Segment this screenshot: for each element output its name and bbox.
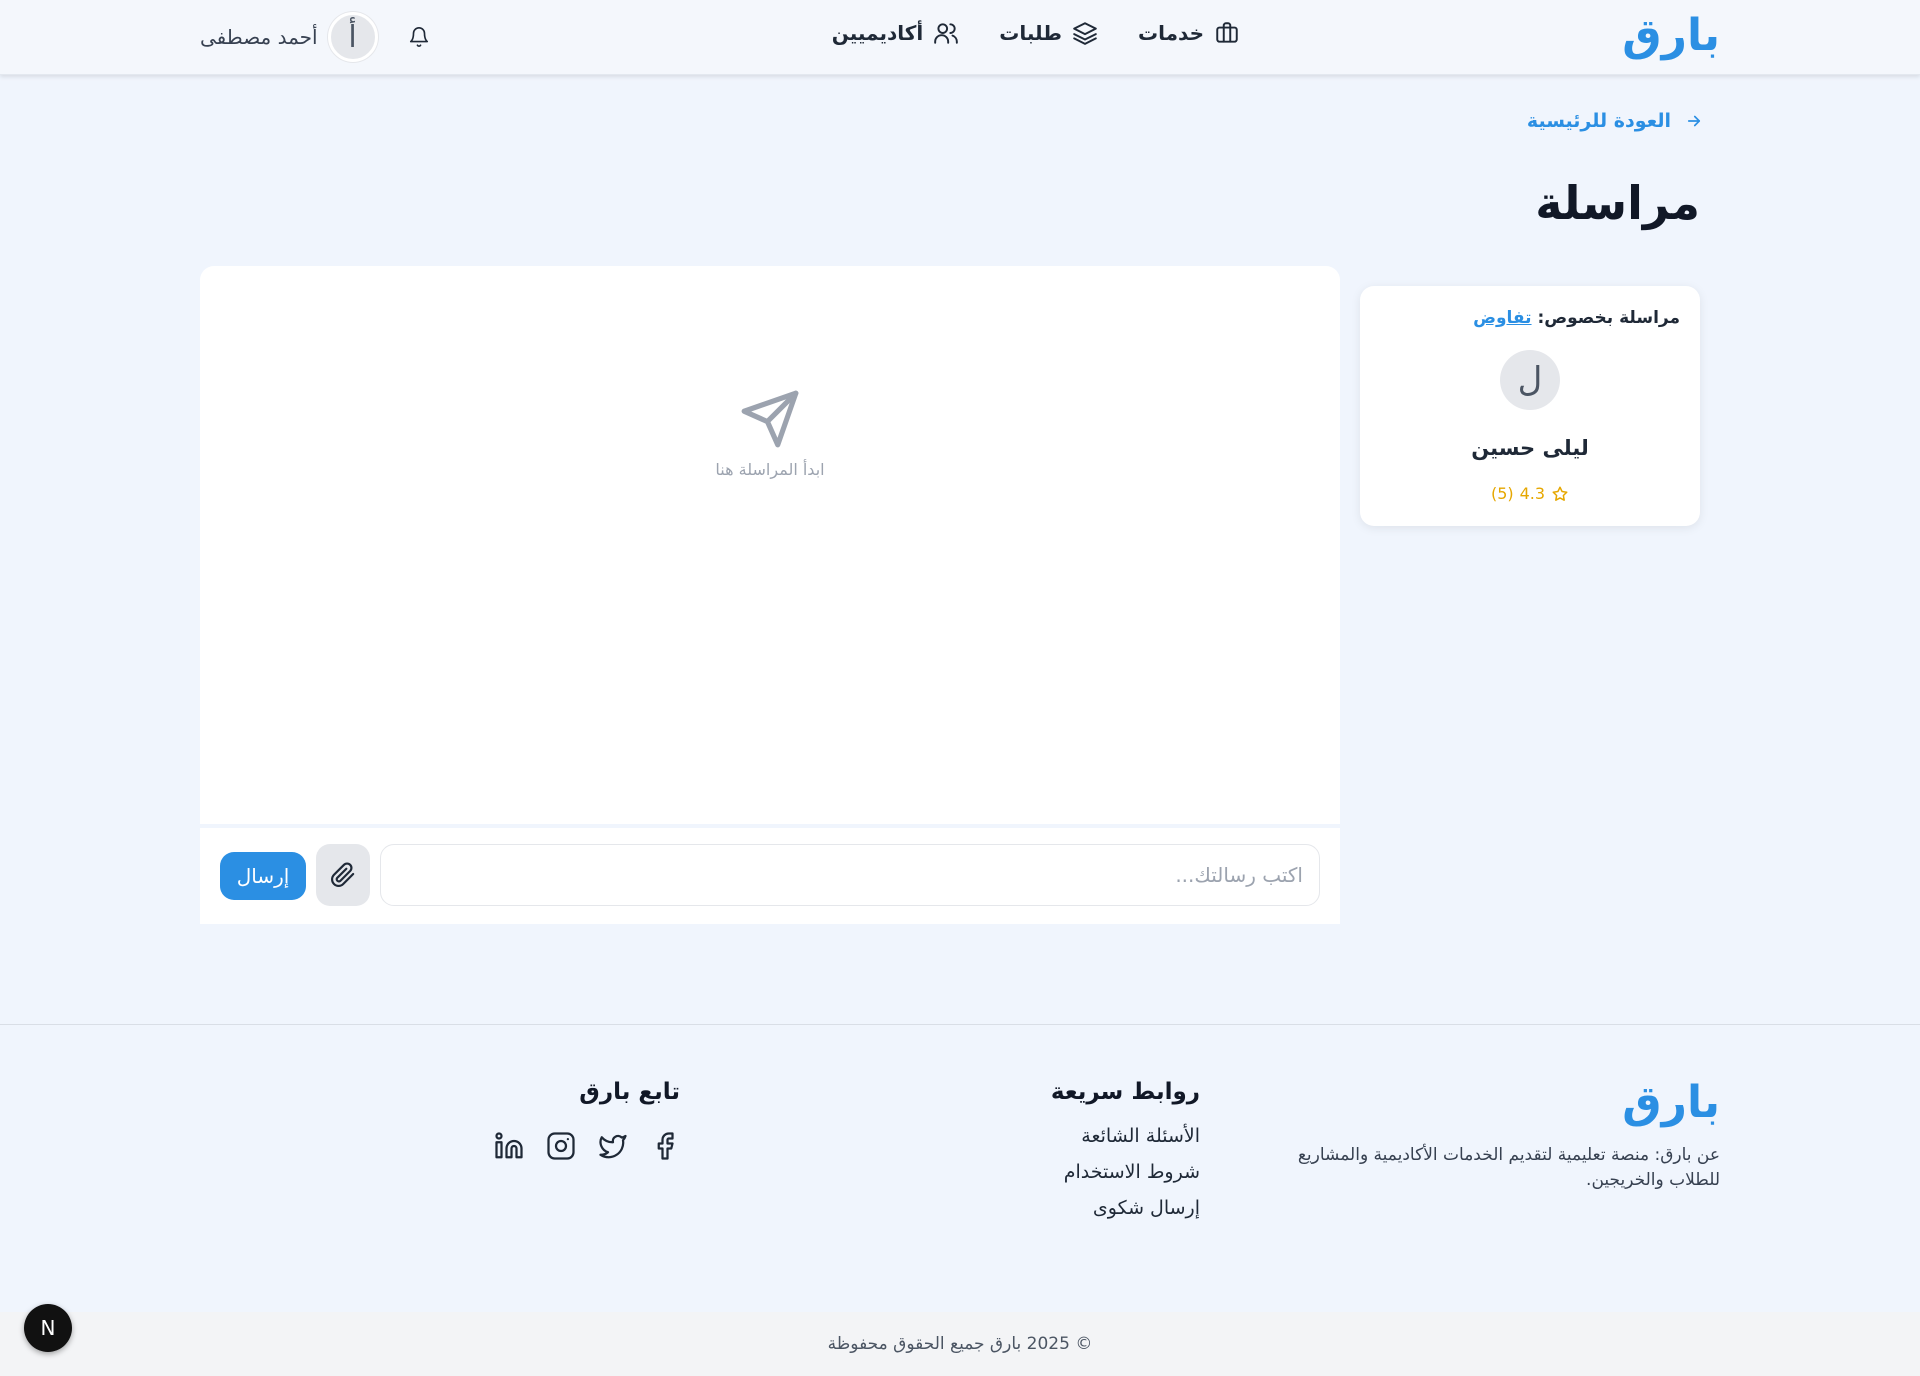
- footer-about: عن بارق: منصة تعليمية لتقديم الخدمات الأ…: [1297, 1145, 1720, 1190]
- briefcase-icon: [1216, 22, 1238, 43]
- nav-item-academics[interactable]: أكاديميين: [832, 20, 960, 46]
- empty-state-text: ابدأ المراسلة هنا: [715, 460, 825, 479]
- user-menu[interactable]: أحمد مصطفى أ: [200, 12, 378, 62]
- regarding-line: مراسلة بخصوص: تفاوض: [1473, 308, 1680, 328]
- quick-links-title: روابط سريعة: [1050, 1079, 1200, 1105]
- arrow-right-icon: [1687, 115, 1701, 127]
- contact-name: ليلى حسين: [1471, 436, 1589, 460]
- layers-icon: [1073, 22, 1097, 45]
- page-title: مراسلة: [1535, 176, 1700, 230]
- footer-link-terms[interactable]: شروط الاستخدام: [1064, 1161, 1200, 1183]
- users-icon: [934, 23, 959, 44]
- contact-avatar: ل: [1500, 350, 1560, 410]
- regarding-label: مراسلة بخصوص:: [1537, 308, 1680, 328]
- contact-card: مراسلة بخصوص: تفاوض ل ليلى حسين 4.3 (5): [1360, 286, 1700, 526]
- back-link-label: العودة للرئيسية: [1526, 110, 1671, 132]
- facebook-icon[interactable]: [650, 1131, 680, 1161]
- bell-icon[interactable]: [408, 26, 430, 48]
- chat-messages-panel: ابدأ المراسلة هنا: [200, 266, 1340, 824]
- nav-item-label: خدمات: [1138, 21, 1204, 45]
- star-icon: [1552, 486, 1568, 501]
- nav-item-label: أكاديميين: [831, 21, 924, 45]
- footer-link-complaint[interactable]: إرسال شكوى: [1064, 1197, 1200, 1219]
- send-button[interactable]: إرسال: [220, 852, 306, 900]
- rating-value: 4.3: [1519, 484, 1546, 503]
- linkedin-icon[interactable]: [494, 1131, 524, 1161]
- follow-title: تابع بارق: [579, 1079, 680, 1105]
- footer-logo[interactable]: بارق: [1622, 1081, 1720, 1125]
- nav-item-requests[interactable]: طلبات: [999, 20, 1098, 46]
- quick-links: الأسئلة الشائعة شروط الاستخدام إرسال شكو…: [1064, 1125, 1200, 1219]
- message-composer: إرسال: [200, 828, 1340, 924]
- send-icon: [741, 390, 799, 448]
- brand-logo[interactable]: بارق: [1622, 14, 1720, 58]
- attach-file-button[interactable]: [316, 844, 370, 906]
- chat-empty-state: ابدأ المراسلة هنا: [200, 388, 1340, 479]
- user-name: أحمد مصطفى: [200, 25, 318, 49]
- instagram-icon[interactable]: [546, 1131, 576, 1161]
- regarding-topic-link[interactable]: تفاوض: [1473, 308, 1531, 328]
- footer-link-faq[interactable]: الأسئلة الشائعة: [1064, 1125, 1200, 1147]
- message-input[interactable]: [380, 844, 1320, 906]
- paperclip-icon: [331, 862, 355, 887]
- nav-item-label: طلبات: [999, 21, 1063, 45]
- back-to-home-link[interactable]: العودة للرئيسية: [1527, 110, 1703, 132]
- top-navbar: بارق خدمات طلبات أكاديميين أحمد مصطفى أ: [0, 0, 1920, 75]
- contact-rating: 4.3 (5): [1360, 484, 1700, 503]
- social-links: [494, 1131, 680, 1161]
- twitter-icon[interactable]: [598, 1131, 628, 1161]
- copyright-bar: © 2025 بارق جميع الحقوق محفوظة: [0, 1312, 1920, 1376]
- nav-item-services[interactable]: خدمات: [1138, 20, 1240, 46]
- dev-tools-badge[interactable]: N: [24, 1304, 72, 1352]
- main-nav: خدمات طلبات أكاديميين: [832, 20, 1240, 46]
- user-avatar: أ: [327, 12, 378, 62]
- rating-count: (5): [1490, 484, 1514, 503]
- copyright-text: © 2025 بارق جميع الحقوق محفوظة: [827, 1334, 1093, 1354]
